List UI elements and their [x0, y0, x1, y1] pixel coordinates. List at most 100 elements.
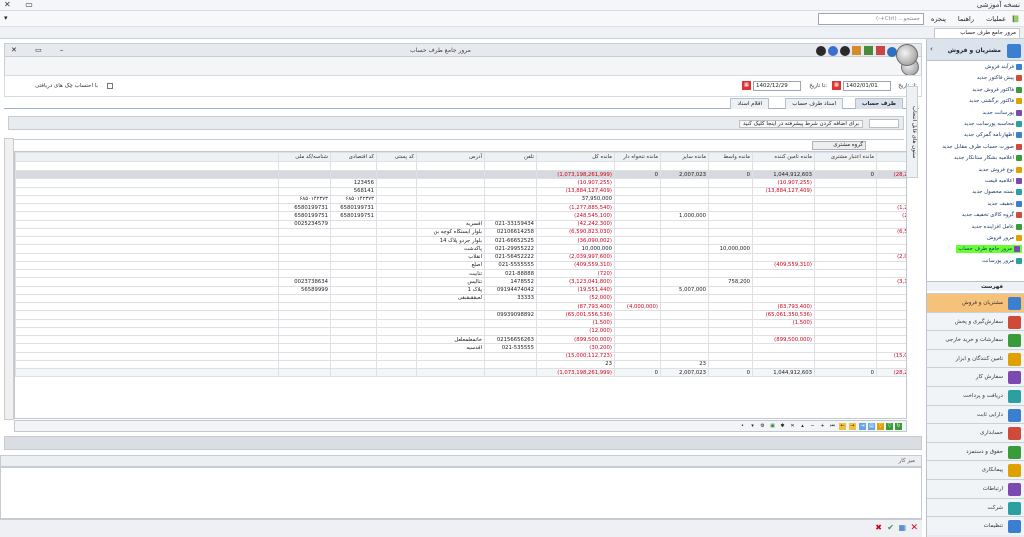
- menu-help[interactable]: راهنما: [958, 15, 974, 23]
- filter-cell[interactable]: [614, 161, 661, 171]
- calendar-icon[interactable]: ▦: [832, 81, 841, 90]
- table-row[interactable]: 1013465آفا...10,000,00010,000,000021-299…: [15, 244, 906, 254]
- menu-operations[interactable]: عملیات: [986, 15, 1006, 23]
- table-row[interactable]: 2313480اجو...(15,000,112,723)(15,000,112…: [15, 351, 906, 361]
- sidebar-category[interactable]: حقوق و دستمزد: [927, 441, 1024, 461]
- sidebar-category[interactable]: سفارشات و خرید خارجی: [927, 330, 1024, 350]
- tab-account[interactable]: طرف حساب: [854, 98, 903, 109]
- sidebar-item[interactable]: محاسبه پورسانت جدید: [964, 120, 1022, 128]
- grid-icon[interactable]: ▦: [898, 523, 906, 532]
- filter-cell[interactable]: [660, 161, 709, 171]
- filter-cell[interactable]: [536, 161, 615, 171]
- filter-input[interactable]: [869, 119, 899, 128]
- include-cheques-checkbox[interactable]: [107, 83, 113, 89]
- column-header[interactable]: مانده سایر: [660, 152, 709, 162]
- filter-cell[interactable]: [278, 161, 331, 171]
- tab-account-documents[interactable]: اسناد طرف حساب: [785, 98, 843, 109]
- sidebar-category[interactable]: سفارش کار: [927, 367, 1024, 387]
- prev-page-icon[interactable]: ←: [839, 423, 846, 430]
- column-header[interactable]: مانده مشتری: [876, 152, 906, 162]
- save-icon[interactable]: ▴: [799, 423, 806, 430]
- tab-account-overview[interactable]: مرور جامع طرف حساب: [934, 28, 1020, 38]
- sidebar-item[interactable]: صورت حساب طرف مقابل جدید: [942, 143, 1022, 151]
- sidebar-item[interactable]: بسته محصول جدید: [972, 188, 1022, 196]
- next-page-icon[interactable]: →: [849, 423, 856, 430]
- to-date-input[interactable]: 1402/12/29: [753, 81, 801, 91]
- sidebar-category[interactable]: شرکت: [927, 497, 1024, 517]
- delete-record-icon[interactable]: −: [809, 423, 816, 430]
- selectable-columns-tab[interactable]: ستون های قابل انتخاب: [906, 86, 918, 178]
- filter-cell[interactable]: [484, 161, 537, 171]
- sidebar-category[interactable]: دارایی ثابت: [927, 404, 1024, 424]
- sidebar-category[interactable]: پیمانکاری: [927, 460, 1024, 480]
- column-header[interactable]: شناسه/کد ملی: [278, 152, 331, 162]
- table-row[interactable]: 213456شر...(10,907,255)(10,907,255)12345…: [15, 178, 906, 188]
- add-record-icon[interactable]: +: [819, 423, 826, 430]
- info-icon[interactable]: [828, 46, 838, 56]
- table-row[interactable]: 913463ها...(36,090,002)(36,090,002)021-6…: [15, 235, 906, 246]
- search-input[interactable]: جستجو... (Ctrl+-): [818, 13, 924, 25]
- cancel-icon[interactable]: ✕: [789, 423, 796, 430]
- sidebar-item[interactable]: فاکتور برگشتی جدید: [969, 97, 1022, 105]
- vertical-scrollbar[interactable]: [4, 138, 14, 420]
- shortcuts-bar[interactable]: فهرست: [927, 281, 1024, 291]
- app-menu-icon[interactable]: 📗: [1012, 15, 1020, 23]
- column-header[interactable]: کد پستی: [376, 152, 417, 162]
- table-row[interactable]: 2413481کلو...2323: [15, 359, 906, 370]
- sidebar-item[interactable]: عامل افزاینده جدید: [972, 223, 1022, 231]
- filter-icon[interactable]: ▽: [886, 423, 893, 430]
- menu-window[interactable]: پنجره: [931, 15, 946, 23]
- table-row[interactable]: 513459ها...(1,277,885,540)(1,277,885,540…: [15, 202, 906, 213]
- table-row[interactable]: 1513471خلی...(24,558,440)5,007,000(19,55…: [15, 285, 906, 295]
- table-row[interactable]: 1313469مح...(720)(720)021-88888تنابیت: [15, 268, 906, 279]
- table-row[interactable]: 1113466خداو...(2,039,997,600)(2,039,997,…: [15, 252, 906, 262]
- add-filter-link[interactable]: برای اضافه کردن شرط پیشرفته در اینجا کلی…: [739, 120, 863, 128]
- help-icon[interactable]: [816, 46, 826, 56]
- grid-filter-row[interactable]: ▽: [15, 161, 906, 171]
- cancel-icon[interactable]: ✖: [875, 523, 882, 532]
- sidebar-item[interactable]: مرور فروش: [987, 234, 1022, 242]
- sidebar-item[interactable]: فرآیند فروش: [985, 63, 1022, 71]
- column-header[interactable]: آدرس: [416, 152, 485, 162]
- table-row[interactable]: 413458رضا...37,950,00037,950,000۶۸۵۰۱۴۲۳…: [15, 194, 906, 205]
- refresh-icon[interactable]: ↻: [895, 423, 902, 430]
- filter-edit-icon[interactable]: ▽: [877, 423, 884, 430]
- sidebar-category[interactable]: ارتباطات: [927, 479, 1024, 498]
- notes-area[interactable]: [0, 467, 922, 519]
- excel-icon[interactable]: ▣: [769, 423, 776, 430]
- table-row[interactable]: 1613472اسلا...(52,000)(52,000)33333لعبقق…: [15, 293, 906, 304]
- bookmark-icon[interactable]: ✱: [779, 423, 786, 430]
- calendar-icon[interactable]: ▦: [742, 81, 751, 90]
- last-page-icon[interactable]: ⇥: [859, 423, 866, 430]
- sidebar-category[interactable]: مشتریان و فروش: [927, 293, 1024, 312]
- table-row[interactable]: 2213478مهد...(30,200)(30,200)021-535555ا…: [15, 343, 906, 353]
- sidebar-item[interactable]: اعلامیه بشکار ستانکار جدید: [954, 154, 1022, 162]
- table-row[interactable]: 1413470آقای...(3,123,800,000)758,200(3,1…: [15, 277, 906, 287]
- table-row[interactable]: 613460اسل...(249,345,100)1,000,000(248,5…: [15, 211, 906, 221]
- sidebar-category[interactable]: دریافت و پرداخت: [927, 386, 1024, 405]
- sidebar-item[interactable]: اعلامیه قیمت: [985, 177, 1022, 185]
- table-row[interactable]: 2113477عقاب...(899,500,000)(899,500,000)…: [15, 334, 906, 345]
- table-row[interactable]: 713461مراد...(42,242,300)(42,242,300)021…: [15, 219, 906, 229]
- edit-icon[interactable]: [852, 46, 861, 55]
- excel-icon[interactable]: [876, 46, 885, 55]
- sidebar-category[interactable]: حسابداری: [927, 423, 1024, 443]
- table-row[interactable]: 813462ها...(6,590,823,030)(6,590,823,030…: [15, 227, 906, 238]
- filter-cell[interactable]: [416, 161, 485, 171]
- window-controls[interactable]: ✕ ▭: [4, 0, 39, 9]
- column-header[interactable]: مانده اعتبار مشتری: [814, 152, 877, 162]
- column-header[interactable]: مانده کل: [536, 152, 615, 162]
- sidebar-item[interactable]: پیش فاکتور جدید: [977, 74, 1022, 82]
- window-controls-inner[interactable]: ✕ ▭ –: [11, 46, 71, 54]
- sidebar-item[interactable]: مرور جامع طرف حساب: [956, 245, 1022, 254]
- minimize-icon[interactable]: ▾: [4, 14, 8, 22]
- sidebar-category[interactable]: تامین کنندگان و ابزار: [927, 348, 1024, 368]
- column-header[interactable]: مانده تامین کننده: [752, 152, 815, 162]
- table-row[interactable]: 20134761 س...(12,000)(12,000): [15, 326, 906, 337]
- column-icon[interactable]: ▤: [868, 423, 875, 430]
- filter-cell[interactable]: [876, 161, 906, 171]
- group-row[interactable]: −گروه مشتری: (none) (ج...(28,287,665,655…: [15, 169, 906, 180]
- table-row[interactable]: 1913475آلما...(1,500)(1,500): [15, 318, 906, 328]
- first-page-icon[interactable]: ⏮: [829, 423, 836, 430]
- sidebar-item[interactable]: مرور پورسانت: [982, 257, 1022, 265]
